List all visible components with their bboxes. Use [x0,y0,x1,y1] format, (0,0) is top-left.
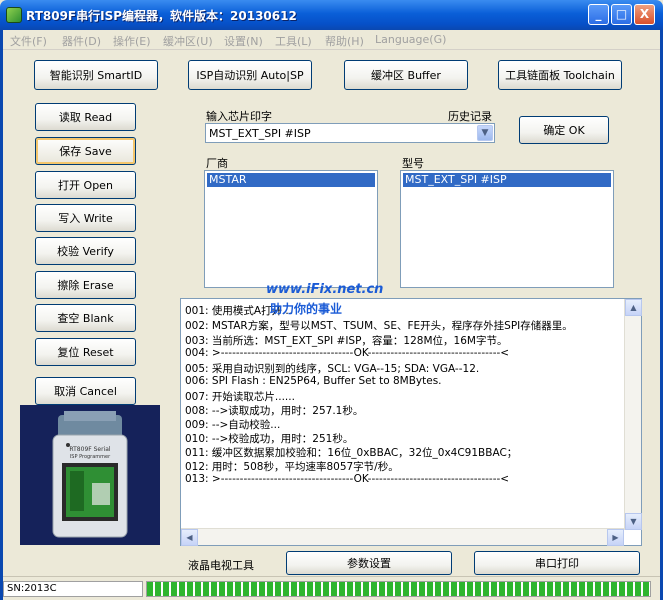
log-line: 006: SPI Flash : EN25P64, Buffer Set to … [185,375,442,387]
app-icon [6,7,22,23]
smart-id-button[interactable]: 智能识别 SmartID [34,60,158,90]
minimize-button[interactable]: _ [588,4,609,25]
log-line: 011: 缓冲区数据累加校验和：16位_0xBBAC，32位_0x4C91BBA… [185,447,518,459]
cancel-button[interactable]: 取消 Cancel [35,377,136,405]
log-line: 012: 用时：508秒，平均速率8057字节/秒。 [185,461,399,473]
model-list[interactable]: MST_EXT_SPI #ISP [400,170,614,288]
log-line: 010: -->校验成功，用时：251秒。 [185,433,354,445]
chip-input-combo[interactable]: MST_EXT_SPI #ISP ▼ [205,123,495,143]
menu-buffer[interactable]: 缓冲区(U) [163,33,213,49]
lcd-tools-label[interactable]: 液晶电视工具 [188,557,254,573]
serial-number: SN:2013C [3,581,143,597]
scroll-right-icon[interactable]: ▶ [607,529,624,546]
log-line: 009: -->自动校验... [185,419,281,431]
chip-input-value: MST_EXT_SPI #ISP [209,127,311,140]
history-label: 历史记录 [448,110,492,123]
model-item-mst-ext-spi[interactable]: MST_EXT_SPI #ISP [403,173,611,187]
menu-tools[interactable]: 工具(L) [275,33,312,49]
log-panel[interactable]: 001: 使用模式A打开... 002: MSTAR方案，型号以MST、TSUM… [180,298,642,546]
device-photo: RT809F Serial ISP Programmer [20,405,160,545]
progress-fill [147,582,650,596]
log-horizontal-scrollbar[interactable]: ◀ ▶ [181,528,624,546]
chip-input-label: 输入芯片印字 [206,110,272,123]
open-button[interactable]: 打开 Open [35,171,136,199]
log-line: 005: 采用自动识别到的线序，SCL: VGA--15; SDA: VGA--… [185,363,480,375]
log-line: 013: >----------------------------------… [185,473,510,485]
scroll-up-icon[interactable]: ▲ [625,299,642,316]
ok-button[interactable]: 确定 OK [519,116,609,144]
reset-button[interactable]: 复位 Reset [35,338,136,366]
close-button[interactable]: X [634,4,655,25]
scroll-down-icon[interactable]: ▼ [625,513,642,530]
serial-print-button[interactable]: 串口打印 [474,551,640,575]
menu-help[interactable]: 帮助(H) [325,33,364,49]
chevron-down-icon[interactable]: ▼ [477,125,493,141]
save-button[interactable]: 保存 Save [35,137,136,165]
buffer-button[interactable]: 缓冲区 Buffer [344,60,468,90]
menu-file[interactable]: 文件(F) [10,33,47,49]
vendor-list[interactable]: MSTAR [204,170,378,288]
window-frame-left [0,30,3,600]
scroll-left-icon[interactable]: ◀ [181,529,198,546]
device-label-1: RT809F Serial [69,446,111,453]
progress-bar [146,581,651,597]
window-title: RT809F串行ISP编程器，软件版本：20130612 [26,9,297,23]
title-bar[interactable]: RT809F串行ISP编程器，软件版本：20130612 _ □ X [0,0,663,30]
params-button[interactable]: 参数设置 [286,551,452,575]
log-line: 004: >----------------------------------… [185,347,510,359]
maximize-button[interactable]: □ [611,4,632,25]
watermark-slogan: 助力你的事业 [270,302,343,316]
log-line: 008: -->读取成功，用时：257.1秒。 [185,405,364,417]
log-vertical-scrollbar[interactable]: ▲ ▼ [624,299,642,530]
menu-device[interactable]: 器件(D) [62,33,101,49]
write-button[interactable]: 写入 Write [35,204,136,232]
toolchain-button[interactable]: 工具链面板 Toolchain [498,60,622,90]
read-button[interactable]: 读取 Read [35,103,136,131]
menu-bar: 文件(F) 器件(D) 操作(E) 缓冲区(U) 设置(N) 工具(L) 帮助(… [0,30,663,50]
watermark-site: www.iFix.net.cn [266,282,384,297]
vendor-label: 厂商 [206,157,228,170]
menu-language[interactable]: Language(G) [375,33,446,46]
erase-button[interactable]: 擦除 Erase [35,271,136,299]
blank-button[interactable]: 查空 Blank [35,304,136,332]
programmer-image: RT809F Serial ISP Programmer [20,405,160,545]
menu-settings[interactable]: 设置(N) [224,33,263,49]
model-label: 型号 [402,157,424,170]
status-bar: SN:2013C [0,576,663,600]
isp-auto-id-button[interactable]: ISP自动识别 Auto|SP [188,60,312,90]
menu-operation[interactable]: 操作(E) [113,33,151,49]
log-line: 007: 开始读取芯片...... [185,391,295,403]
vendor-item-mstar[interactable]: MSTAR [207,173,375,187]
device-label-2: ISP Programmer [70,454,111,460]
log-line: 002: MSTAR方案，型号以MST、TSUM、SE、FE开头，程序存外挂SP… [185,320,573,332]
verify-button[interactable]: 校验 Verify [35,237,136,265]
log-line: 003: 当前所选：MST_EXT_SPI #ISP，容量：128M位，16M字… [185,335,508,347]
